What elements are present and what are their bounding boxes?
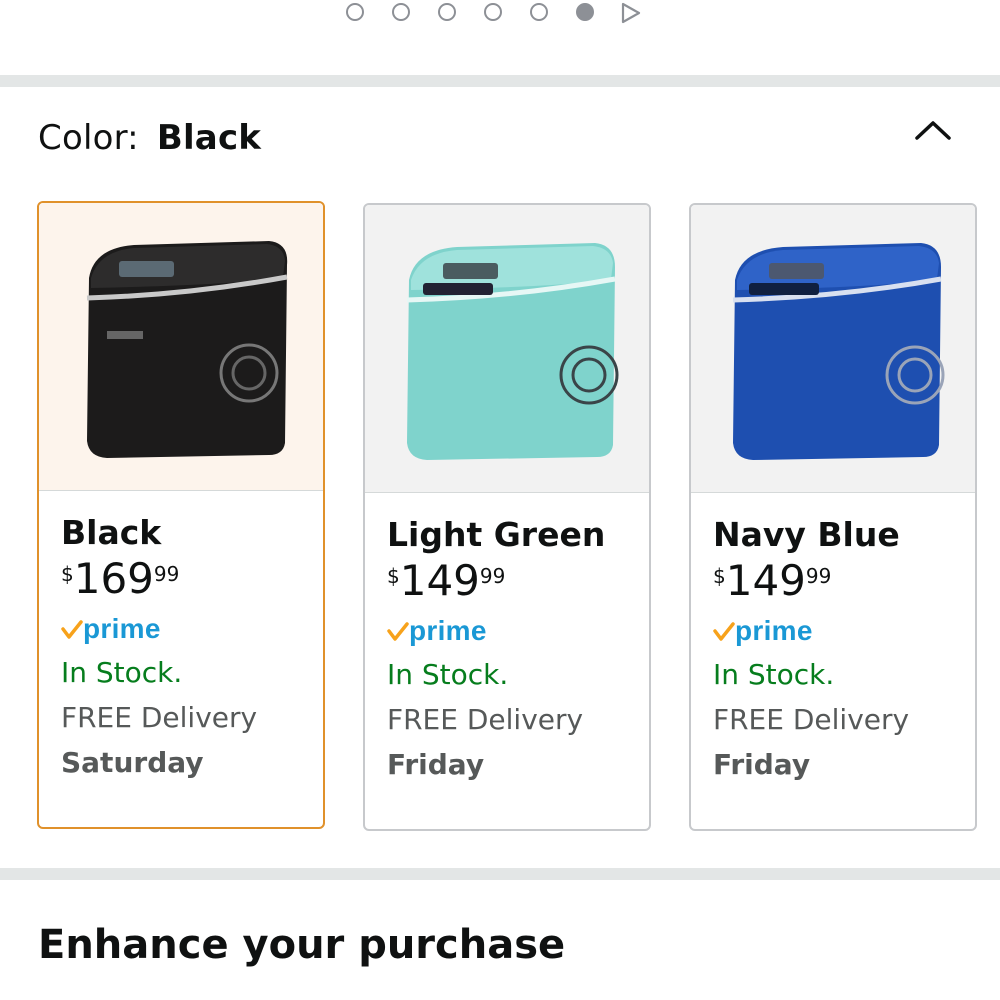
price-symbol: $ (387, 564, 400, 588)
ice-maker-image (86, 241, 288, 458)
section-title: Enhance your purchase (38, 922, 566, 968)
color-option-black[interactable]: Black $169 99 prime In Stock. FREE Delive… (37, 201, 325, 829)
carousel-dot-5[interactable] (530, 3, 548, 21)
price-fraction: 99 (479, 564, 506, 588)
delivery-day: Friday (387, 748, 485, 781)
delivery-text: FREE Delivery (387, 703, 584, 736)
section-divider (0, 75, 1000, 87)
price-whole: 169 (73, 554, 154, 603)
image-carousel-dots (0, 0, 1000, 30)
price-whole: 149 (399, 556, 480, 605)
prime-check-icon (61, 620, 83, 639)
prime-check-icon (713, 622, 735, 641)
price-whole: 149 (725, 556, 806, 605)
product-image (691, 205, 975, 493)
delivery-day: Saturday (61, 746, 204, 779)
prime-badge: prime (61, 612, 313, 646)
prime-badge: prime (387, 614, 639, 648)
option-price: $169 99 (61, 558, 313, 600)
chevron-up-icon[interactable] (910, 112, 956, 152)
option-name: Black (61, 513, 162, 552)
carousel-dot-6-active[interactable] (576, 3, 594, 21)
prime-check-icon (387, 622, 409, 641)
carousel-dot-1[interactable] (346, 3, 364, 21)
section-divider (0, 868, 1000, 880)
price-fraction: 99 (153, 562, 180, 586)
option-price: $149 99 (713, 560, 965, 602)
delivery-text: FREE Delivery (61, 701, 258, 734)
price-fraction: 99 (805, 564, 832, 588)
option-price: $149 99 (387, 560, 639, 602)
price-symbol: $ (61, 562, 74, 586)
ice-maker-image (732, 243, 945, 460)
color-option-light-green[interactable]: Light Green $149 99 prime In Stock. FREE … (363, 203, 651, 831)
delivery-text: FREE Delivery (713, 703, 910, 736)
stock-status: In Stock. (387, 658, 509, 691)
play-icon[interactable] (620, 2, 642, 24)
carousel-dot-4[interactable] (484, 3, 502, 21)
delivery-day: Friday (713, 748, 811, 781)
selected-color-value: Black (156, 118, 262, 158)
prime-text: prime (83, 613, 161, 644)
color-label: Color: (38, 118, 139, 158)
carousel-dot-2[interactable] (392, 3, 410, 21)
option-name: Light Green (387, 515, 606, 554)
ice-maker-image (406, 243, 619, 460)
product-image (365, 205, 649, 493)
option-name: Navy Blue (713, 515, 900, 554)
prime-badge: prime (713, 614, 965, 648)
color-selector-header: Color: Black (38, 118, 261, 158)
price-symbol: $ (713, 564, 726, 588)
prime-text: prime (735, 615, 813, 646)
stock-status: In Stock. (61, 656, 183, 689)
product-image (39, 203, 323, 491)
stock-status: In Stock. (713, 658, 835, 691)
prime-text: prime (409, 615, 487, 646)
carousel-dot-3[interactable] (438, 3, 456, 21)
color-option-navy-blue[interactable]: Navy Blue $149 99 prime In Stock. FREE De… (689, 203, 977, 831)
